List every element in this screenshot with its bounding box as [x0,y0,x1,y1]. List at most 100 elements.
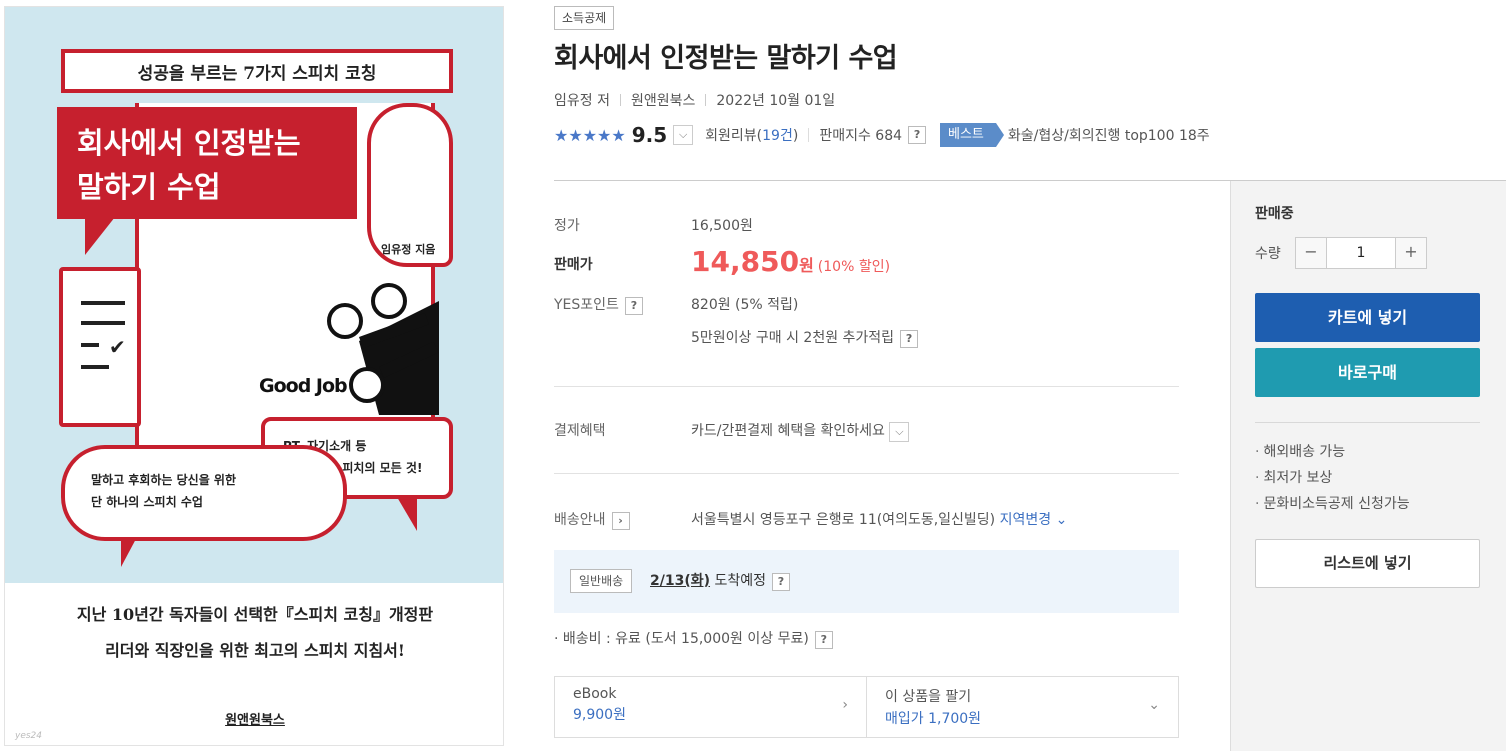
divider [808,128,810,142]
ebook-label: eBook [573,686,617,702]
rating-row: ★★★★★ 9.5 ⌵ 회원리뷰(19건) 판매지수 684 ? 베스트 화술/… [554,122,1210,148]
list-price: 16,500원 [691,218,753,234]
delivery-label: 배송안내 [554,512,606,528]
checklist-line [81,343,99,347]
payment-benefit-group: 카드/간편결제 혜택을 확인하세요 ⌵ [691,420,910,442]
delivery-estimate-box: 일반배송 2/13(화) 도착예정? [554,550,1179,613]
checklist-line [81,301,125,305]
rating-dropdown-button[interactable]: ⌵ [673,125,694,145]
sale-price-group: 14,850원 (10% 할인) [691,245,890,278]
quantity-input[interactable]: 1 [1326,238,1396,268]
book-cover-image[interactable]: 성공을 부르는 7가지 스피치 코칭 회사에서 인정받는 말하기 수업 임유정 … [4,6,504,746]
product-title: 회사에서 인정받는 말하기 수업 [554,43,898,74]
publisher-link[interactable]: 원앤원북스 [631,90,695,110]
best-rank-link[interactable]: 화술/협상/회의진행 top100 18주 [1008,125,1210,145]
discount-rate: (10% 할인) [817,259,891,275]
feature-list: 해외배송 가능 최저가 보상 문화비소득공제 신청가능 [1255,439,1410,517]
checklist-line [81,365,109,369]
delivery-arrow-icon[interactable]: › [611,512,630,530]
cover-bubble-main-line1: 말하고 후회하는 당신을 위한 [91,473,237,487]
chevron-down-icon: ⌄ [1055,512,1068,528]
review-prefix: 회원리뷰( [705,128,763,144]
chevron-right-icon: › [842,697,848,713]
sales-index: 판매지수 684 [819,128,903,144]
cover-tagline1: 지난 10년간 독자들이 선택한『스피치 코칭』개정판 [76,605,434,624]
payment-benefit: 카드/간편결제 혜택을 확인하세요 [691,423,885,439]
feature-item: 해외배송 가능 [1255,439,1410,465]
delivery-address: 서울특별시 영등포구 은행로 11(여의도동,일신빌딩) [691,512,996,528]
ebook-price: 9,900원 [573,707,626,723]
checklist-line [81,321,125,325]
shipping-help-icon[interactable]: ? [814,631,833,649]
divider [705,94,707,106]
feature-item: 최저가 보상 [1255,465,1410,491]
sale-status: 판매중 [1255,206,1294,222]
list-price-label: 정가 [554,218,580,234]
points-extra-group: 5만원이상 구매 시 2천원 추가적립? [691,327,919,348]
sale-price-label: 판매가 [554,257,593,273]
quantity-stepper: − 1 + [1295,237,1427,269]
sell-price: 매입가 1,700원 [885,711,982,727]
price-info: 정가 16,500원 판매가 14,850원 (10% 할인) YES포인트? 8… [554,181,1179,751]
cover-checklist-icon: ✔ [59,267,141,427]
payment-label: 결제혜택 [554,423,606,439]
cover-tagline2: 리더와 직장인을 위한 최고의 스피치 지침서! [105,641,405,660]
region-change-link[interactable]: 지역변경 ⌄ [1000,512,1068,528]
review-count: 19건 [762,128,793,144]
cover-title-block: 회사에서 인정받는 말하기 수업 [57,107,357,219]
cover-title-line1: 회사에서 인정받는 [77,126,301,160]
cover-publisher-logo: 원앤원북스 [225,713,285,728]
check-icon: ✔ [109,335,126,359]
cover-banner: 성공을 부르는 7가지 스피치 코칭 [61,49,453,93]
rating-stars-icon: ★★★★★ [554,125,626,145]
quantity-decrease-button[interactable]: − [1296,238,1326,268]
points-label-group: YES포인트? [554,294,643,315]
cover-title-line2: 말하기 수업 [77,170,221,204]
product-meta: 임유정 저 원앤원북스 2022년 10월 01일 [554,90,835,110]
shipping-fee-group: · 배송비 : 유료 (도서 15,000원 이상 무료)? [554,628,833,649]
cover-bubble-main: 말하고 후회하는 당신을 위한 단 하나의 스피치 수업 [61,445,347,541]
sales-index-help-icon[interactable]: ? [908,126,927,144]
best-tag: 베스트 [940,123,1004,147]
cover-bubble-tail [121,537,137,567]
chevron-down-icon: ⌄ [1148,697,1160,713]
author-link[interactable]: 임유정 저 [554,90,610,110]
shipping-fee: · 배송비 : 유료 (도서 15,000원 이상 무료) [554,631,809,647]
add-to-list-button[interactable]: 리스트에 넣기 [1255,539,1480,588]
cover-goodjob: Good Job [259,375,348,397]
cover-author: 임유정 지음 [381,243,436,256]
rating-score: 9.5 [631,123,668,147]
cover-bubble-tail [397,497,417,531]
divider [1255,422,1480,423]
purchase-panel: 판매중 수량 − 1 + 카트에 넣기 바로구매 해외배송 가능 최저가 보상 … [1230,181,1506,751]
publish-date: 2022년 10월 01일 [716,93,836,109]
delivery-address-group: 서울특별시 영등포구 은행로 11(여의도동,일신빌딩) 지역변경 ⌄ [691,509,1067,529]
divider [554,386,1179,387]
points-extra-help-icon[interactable]: ? [900,330,919,348]
delivery-date-group: 2/13(화) 도착예정? [650,570,790,591]
sell-option[interactable]: 이 상품을 팔기 매입가 1,700원 ⌄ [866,677,1178,737]
option-box: eBook 9,900원 › 이 상품을 팔기 매입가 1,700원 ⌄ [554,676,1179,738]
sale-price-unit: 원 [799,256,814,275]
region-change-label: 지역변경 [999,512,1052,528]
delivery-help-icon[interactable]: ? [772,573,790,591]
income-deduction-badge: 소득공제 [554,6,615,30]
quantity-increase-button[interactable]: + [1396,238,1426,268]
divider [554,473,1179,474]
product-page: 성공을 부르는 7가지 스피치 코칭 회사에서 인정받는 말하기 수업 임유정 … [0,0,1506,751]
points-help-icon[interactable]: ? [624,297,643,315]
ebook-option[interactable]: eBook 9,900원 › [555,677,866,737]
cover-bubble-main-line2: 단 하나의 스피치 수업 [91,495,203,509]
sale-price: 14,850 [691,245,800,278]
payment-dropdown-button[interactable]: ⌵ [889,422,910,442]
points-extra: 5만원이상 구매 시 2천원 추가적립 [691,330,895,346]
review-link[interactable]: 회원리뷰(19건) [705,125,798,145]
add-to-cart-button[interactable]: 카트에 넣기 [1255,293,1480,342]
delivery-date[interactable]: 2/13(화) [650,573,710,589]
feature-item: 문화비소득공제 신청가능 [1255,491,1409,517]
delivery-type-badge: 일반배송 [570,569,633,593]
cover-title-tail [85,217,115,255]
delivery-label-group: 배송안내 › [554,509,630,530]
quantity-label: 수량 [1255,246,1281,262]
buy-now-button[interactable]: 바로구매 [1255,348,1480,397]
